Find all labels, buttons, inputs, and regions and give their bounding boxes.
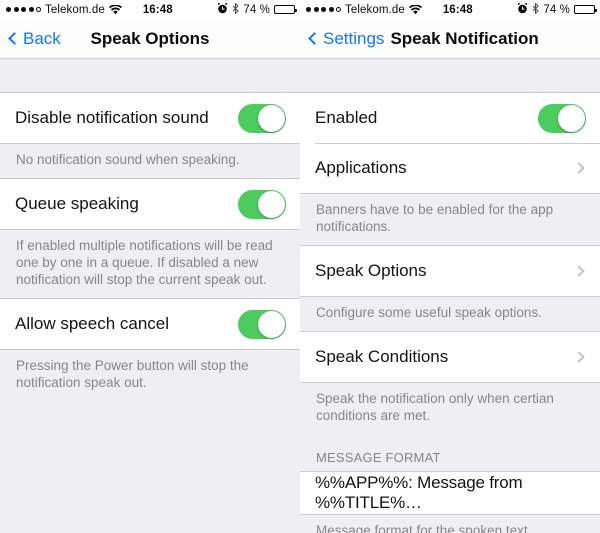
row-speak-options[interactable]: Speak Options bbox=[300, 246, 600, 296]
row-label: Speak Conditions bbox=[315, 347, 449, 366]
clock-time: 16:48 bbox=[442, 3, 473, 16]
carrier-name: Telekom.de bbox=[345, 3, 405, 16]
bluetooth-icon bbox=[232, 1, 240, 17]
wifi-icon bbox=[408, 4, 422, 15]
row-label: Disable notification sound bbox=[15, 108, 209, 127]
back-button-label: Settings bbox=[323, 28, 385, 48]
back-button-label: Back bbox=[23, 28, 61, 48]
right-phone-screen: Telekom.de 16:48 74 % Settings Speak Not… bbox=[300, 0, 600, 533]
bluetooth-icon bbox=[532, 1, 540, 17]
message-format-input[interactable]: %%APP%%: Message from %%TITLE%… bbox=[315, 473, 586, 513]
row-message-format[interactable]: %%APP%%: Message from %%TITLE%… bbox=[300, 472, 600, 514]
back-button[interactable]: Back bbox=[8, 29, 61, 49]
settings-group: Disable notification sound bbox=[0, 92, 300, 144]
row-label: Speak Options bbox=[315, 261, 427, 280]
chevron-right-icon bbox=[573, 265, 585, 277]
settings-group: Queue speaking bbox=[0, 178, 300, 230]
signal-strength-icon bbox=[6, 7, 41, 12]
page-title: Speak Notification bbox=[390, 28, 539, 48]
chevron-right-icon bbox=[573, 351, 585, 363]
section-footer: Message format for the spoken text. Vari… bbox=[300, 515, 600, 533]
chevron-right-icon bbox=[573, 162, 585, 174]
chevron-left-icon bbox=[8, 32, 21, 45]
row-queue-speaking[interactable]: Queue speaking bbox=[0, 179, 300, 229]
row-enabled[interactable]: Enabled bbox=[300, 93, 600, 143]
section-footer: Configure some useful speak options. bbox=[300, 297, 600, 331]
section-footer: If enabled multiple notifications will b… bbox=[0, 230, 300, 298]
top-spacer bbox=[0, 59, 300, 92]
signal-strength-icon bbox=[306, 7, 341, 12]
clock-time: 16:48 bbox=[142, 3, 173, 16]
settings-list-left: Disable notification sound No notificati… bbox=[0, 59, 300, 533]
row-disable-notification-sound[interactable]: Disable notification sound bbox=[0, 93, 300, 143]
row-label: Enabled bbox=[315, 108, 378, 127]
toggle-allow-speech-cancel[interactable] bbox=[238, 309, 286, 339]
settings-group: Enabled Applications bbox=[300, 92, 600, 194]
settings-group: Allow speech cancel bbox=[0, 298, 300, 350]
status-bar-right-left: 74 % bbox=[217, 1, 297, 17]
top-spacer bbox=[300, 59, 600, 92]
row-applications[interactable]: Applications bbox=[300, 143, 600, 193]
nav-bar-right: Settings Speak Notification bbox=[300, 19, 600, 59]
battery-icon bbox=[574, 4, 597, 15]
dual-screenshot-container: Telekom.de 16:48 74 % Back Speak Options… bbox=[0, 0, 600, 533]
nav-bar-left: Back Speak Options bbox=[0, 19, 300, 59]
battery-percent-label: 74 % bbox=[243, 3, 270, 16]
left-phone-screen: Telekom.de 16:48 74 % Back Speak Options… bbox=[0, 0, 300, 533]
settings-group: Speak Conditions bbox=[300, 331, 600, 383]
section-footer: Banners have to be enabled for the app n… bbox=[300, 194, 600, 245]
status-bar-left: Telekom.de 16:48 74 % bbox=[0, 0, 300, 19]
section-header-message-format: MESSAGE FORMAT bbox=[300, 434, 600, 471]
status-bar-right: Telekom.de 16:48 74 % bbox=[300, 0, 600, 19]
row-label: Applications bbox=[315, 158, 407, 177]
row-label: Queue speaking bbox=[15, 194, 139, 213]
back-button[interactable]: Settings bbox=[308, 29, 384, 49]
battery-percent-label: 74 % bbox=[543, 3, 570, 16]
alarm-clock-icon bbox=[517, 2, 528, 17]
carrier-name: Telekom.de bbox=[45, 3, 105, 16]
battery-icon bbox=[274, 4, 297, 15]
row-label: Allow speech cancel bbox=[15, 314, 170, 333]
row-allow-speech-cancel[interactable]: Allow speech cancel bbox=[0, 299, 300, 349]
wifi-icon bbox=[108, 4, 122, 15]
status-bar-right-right: 74 % bbox=[517, 1, 597, 17]
settings-group: %%APP%%: Message from %%TITLE%… bbox=[300, 471, 600, 515]
chevron-left-icon bbox=[308, 32, 321, 45]
toggle-queue-speaking[interactable] bbox=[238, 189, 286, 219]
alarm-clock-icon bbox=[217, 2, 228, 17]
settings-list-right: Enabled Applications Banners have to be … bbox=[300, 59, 600, 533]
toggle-disable-notification-sound[interactable] bbox=[238, 103, 286, 133]
toggle-enabled[interactable] bbox=[538, 103, 586, 133]
settings-group: Speak Options bbox=[300, 245, 600, 297]
section-footer: Pressing the Power button will stop the … bbox=[0, 350, 300, 401]
section-footer: No notification sound when speaking. bbox=[0, 144, 300, 178]
row-speak-conditions[interactable]: Speak Conditions bbox=[300, 332, 600, 382]
section-footer: Speak the notification only when certian… bbox=[300, 383, 600, 434]
